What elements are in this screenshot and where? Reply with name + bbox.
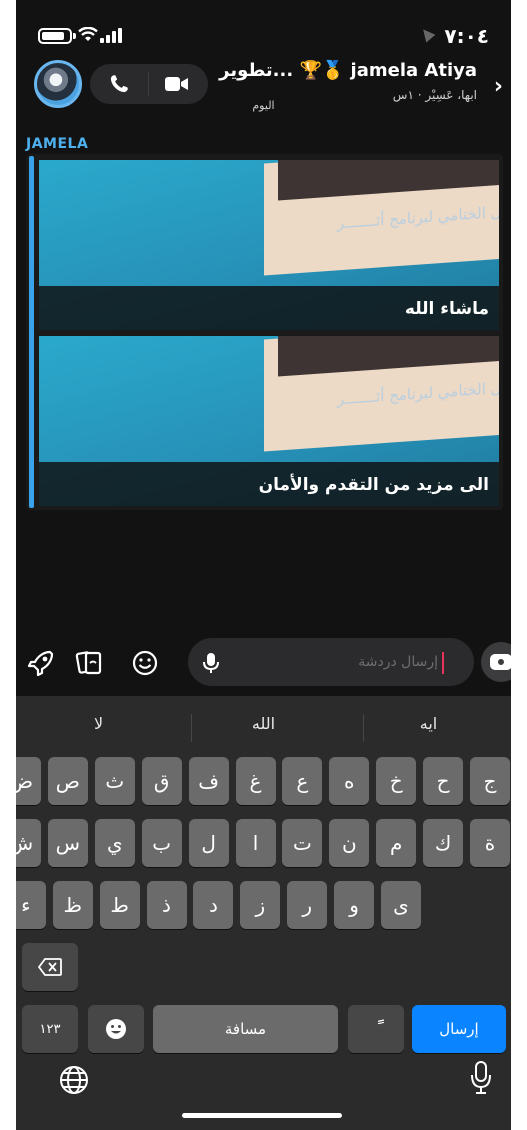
delete-key[interactable]: [22, 943, 78, 991]
chat-input[interactable]: [228, 648, 438, 676]
home-indicator: [182, 1113, 342, 1118]
chevron-right-icon[interactable]: ›: [494, 74, 503, 99]
letter-key[interactable]: ج: [470, 757, 510, 805]
numbers-key[interactable]: ١٢٣: [22, 1005, 78, 1053]
contact-name[interactable]: تطوير... 🏆🥇 jamela Atiya: [219, 60, 477, 81]
space-key[interactable]: مسافة: [153, 1005, 338, 1053]
suggestion-item[interactable]: الله: [181, 714, 346, 733]
snap-caption: الى مزيد من التقدم والأمان: [258, 475, 489, 495]
emoji-key[interactable]: [88, 1005, 144, 1053]
snap-caption: ماشاء الله: [404, 299, 489, 319]
letter-key[interactable]: ك: [423, 819, 464, 867]
status-time: ٧:٠٤: [444, 24, 489, 48]
camera-button[interactable]: [481, 642, 511, 682]
letter-key[interactable]: ء: [16, 881, 46, 929]
letter-key[interactable]: ف: [188, 757, 229, 805]
letter-key[interactable]: ت: [282, 819, 323, 867]
emoji-icon: [106, 1019, 126, 1039]
call-buttons: [90, 64, 208, 104]
letter-key[interactable]: ذ: [146, 881, 187, 929]
letter-key[interactable]: ح: [423, 757, 464, 805]
sender-color-bar: [29, 156, 34, 508]
letter-key[interactable]: ى: [381, 881, 421, 929]
snap-media[interactable]: الحفل الختامي لبرنامج أثـــــــر ماشاء ا…: [39, 160, 499, 330]
letter-key[interactable]: ب: [141, 819, 182, 867]
location-arrow-icon: [418, 25, 436, 43]
snap-overlay-text: الحفل الختامي لبرنامج أثـــــــر: [337, 200, 499, 233]
letter-key[interactable]: ط: [99, 881, 140, 929]
sender-name: JAMELA: [26, 136, 89, 152]
letter-key[interactable]: ن: [329, 819, 370, 867]
letter-key[interactable]: م: [376, 819, 417, 867]
letter-key[interactable]: ي: [94, 819, 135, 867]
letter-key[interactable]: س: [47, 819, 88, 867]
composer-bar: [16, 634, 511, 694]
battery-icon: [38, 28, 76, 44]
rocket-icon[interactable]: [26, 648, 56, 678]
suggestion-item[interactable]: لا: [16, 714, 181, 733]
letter-key[interactable]: ل: [188, 819, 229, 867]
letter-key[interactable]: ز: [240, 881, 281, 929]
keyboard: لا الله ايه جحخهعغفقثصض ةكمنتالبيسش ىورز…: [16, 696, 511, 1130]
letter-key[interactable]: ص: [47, 757, 88, 805]
letter-key[interactable]: ه: [329, 757, 370, 805]
letter-key[interactable]: ث: [94, 757, 135, 805]
snap-media[interactable]: الحفل الختامي لبرنامج أثـــــــر الى مزي…: [39, 336, 499, 506]
letter-key[interactable]: ع: [282, 757, 323, 805]
wifi-icon: [78, 24, 98, 48]
suggestion-item[interactable]: ايه: [346, 714, 511, 733]
text-cursor: [442, 652, 444, 674]
chat-input-pill[interactable]: [188, 638, 474, 686]
tanween-key[interactable]: ًً: [348, 1005, 404, 1053]
letter-key[interactable]: د: [193, 881, 234, 929]
letter-key[interactable]: ض: [16, 757, 41, 805]
cards-icon[interactable]: [74, 648, 104, 678]
send-key[interactable]: إرسال: [412, 1005, 506, 1053]
signal-icon: [100, 27, 122, 43]
letter-key[interactable]: ة: [470, 819, 510, 867]
globe-icon[interactable]: [58, 1064, 90, 1096]
letter-key[interactable]: و: [334, 881, 375, 929]
letter-key[interactable]: ق: [141, 757, 182, 805]
letter-key[interactable]: ش: [16, 819, 41, 867]
suggestion-bar: لا الله ايه: [16, 696, 511, 756]
chat-screen: ٧:٠٤ تطوير... 🏆🥇 jamela Atiya ابها، عَسِ…: [16, 0, 511, 1130]
video-call-icon[interactable]: [165, 76, 189, 92]
letter-key[interactable]: خ: [376, 757, 417, 805]
letter-key[interactable]: ر: [287, 881, 328, 929]
mic-icon[interactable]: [202, 652, 220, 674]
phone-icon[interactable]: [108, 73, 130, 95]
emoji-icon[interactable]: [130, 648, 160, 678]
letter-key[interactable]: غ: [235, 757, 276, 805]
letter-key[interactable]: ظ: [52, 881, 93, 929]
snap-overlay-text: الحفل الختامي لبرنامج أثـــــــر: [337, 376, 499, 409]
dictation-mic-icon[interactable]: [469, 1060, 493, 1096]
day-label: اليوم: [252, 99, 275, 112]
letter-key[interactable]: ا: [235, 819, 276, 867]
